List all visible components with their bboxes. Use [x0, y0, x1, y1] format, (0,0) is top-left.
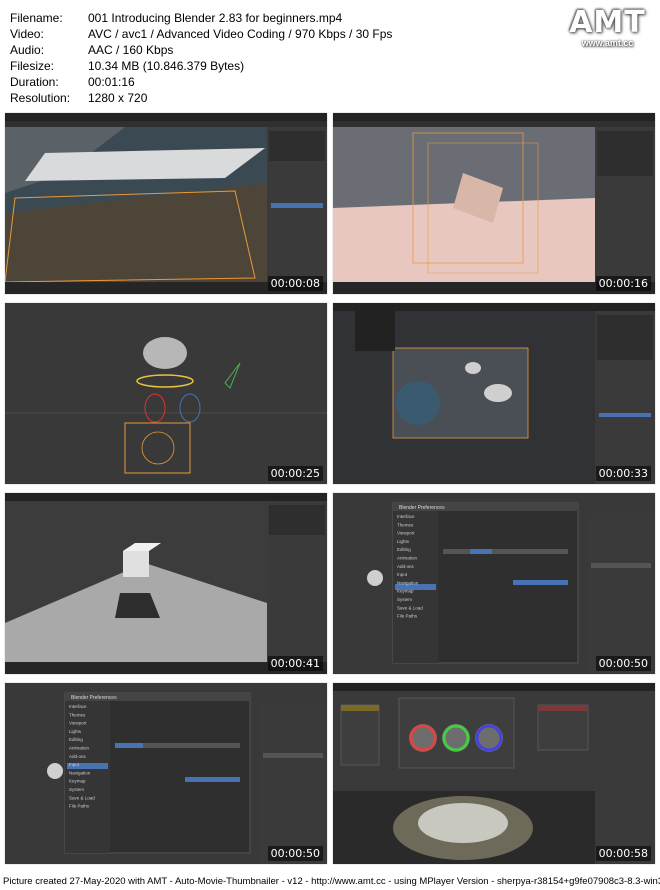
video-label: Video:: [10, 27, 44, 41]
resolution-value: 1280 x 720: [88, 91, 148, 105]
timestamp-1: 00:00:08: [267, 276, 323, 291]
thumbnail-4[interactable]: 00:00:33: [333, 303, 655, 484]
logo-text: AMT: [569, 5, 646, 40]
thumbnail-5[interactable]: 00:00:41: [5, 493, 327, 674]
prefs-title-6: Blender Preferences: [399, 505, 445, 511]
blender-screen-1: [5, 113, 327, 294]
thumbnail-7[interactable]: Blender Preferences Interface Themes Viewp…: [5, 683, 327, 864]
prefs-menu-item[interactable]: File Paths: [69, 804, 90, 809]
prefs-menu-item[interactable]: Save & Load: [397, 605, 423, 610]
prefs-menu-item[interactable]: Editing: [397, 547, 411, 552]
prefs-menu-item[interactable]: Animation: [69, 746, 90, 751]
thumbnail-6[interactable]: Blender Preferences Interface Themes Viewp…: [333, 493, 655, 674]
prefs-menu-item[interactable]: File Paths: [397, 614, 418, 619]
prefs-menu-item[interactable]: Input: [69, 762, 80, 767]
prefs-menu-item[interactable]: Viewport: [69, 721, 87, 726]
filename-label: Filename:: [10, 11, 63, 25]
file-info: Filename: 001 Introducing Blender 2.83 fo…: [10, 10, 392, 106]
thumbnail-1[interactable]: 00:00:08: [5, 113, 327, 294]
prefs-menu-item[interactable]: System: [397, 597, 412, 602]
audio-label: Audio:: [10, 43, 45, 57]
amt-logo: AMT www.amt.cc: [560, 5, 655, 48]
prefs-menu-item[interactable]: Themes: [397, 522, 414, 527]
blender-screen-5: [5, 493, 327, 674]
prefs-menu-item[interactable]: Input: [397, 572, 408, 577]
audio-value: AAC / 160 Kbps: [88, 43, 174, 57]
prefs-menu-item[interactable]: Navigation: [397, 580, 419, 585]
filename-value: 001 Introducing Blender 2.83 for beginne…: [88, 11, 343, 25]
video-value: AVC / avc1 / Advanced Video Coding / 970…: [88, 27, 393, 41]
duration-label: Duration:: [10, 75, 59, 89]
timestamp-6: 00:00:50: [595, 656, 651, 671]
filesize-label: Filesize:: [10, 59, 55, 73]
filesize-value: 10.34 MB (10.846.379 Bytes): [88, 59, 245, 73]
timestamp-2: 00:00:16: [595, 276, 651, 291]
prefs-menu-item[interactable]: Keymap: [69, 779, 86, 784]
timestamp-8: 00:00:58: [595, 846, 651, 861]
thumbnail-2[interactable]: 00:00:16: [333, 113, 655, 294]
blender-screen-3: [5, 303, 327, 484]
prefs-menu-item[interactable]: Add-ons: [397, 564, 415, 569]
prefs-menu-item[interactable]: Add-ons: [69, 754, 87, 759]
prefs-menu-item[interactable]: Viewport: [397, 531, 415, 536]
prefs-menu-item[interactable]: Interface: [69, 704, 87, 709]
prefs-menu-item[interactable]: Save & Load: [69, 795, 95, 800]
blender-screen-8: [333, 683, 655, 864]
prefs-title-7: Blender Preferences: [71, 695, 117, 701]
blender-screen-4: [333, 303, 655, 484]
prefs-menu-item[interactable]: Keymap: [397, 589, 414, 594]
resolution-label: Resolution:: [10, 91, 71, 105]
prefs-menu-item[interactable]: Animation: [397, 556, 418, 561]
prefs-menu-item[interactable]: Lights: [69, 729, 82, 734]
duration-value: 00:01:16: [88, 75, 135, 89]
prefs-menu-item[interactable]: Themes: [69, 712, 86, 717]
prefs-menu-item[interactable]: System: [69, 787, 84, 792]
timestamp-3: 00:00:25: [267, 466, 323, 481]
timestamp-5: 00:00:41: [267, 656, 323, 671]
timestamp-4: 00:00:33: [595, 466, 651, 481]
prefs-menu-item[interactable]: Editing: [69, 737, 83, 742]
prefs-menu-item[interactable]: Navigation: [69, 770, 91, 775]
timestamp-7: 00:00:50: [267, 846, 323, 861]
thumbnail-8[interactable]: 00:00:58: [333, 683, 655, 864]
thumbnail-3[interactable]: 00:00:25: [5, 303, 327, 484]
blender-screen-7: Blender Preferences Interface Themes Viewp…: [5, 683, 327, 864]
footer-caption: Picture created 27-May-2020 with AMT - A…: [3, 876, 660, 887]
prefs-menu-item[interactable]: Lights: [397, 539, 410, 544]
prefs-menu-item[interactable]: Interface: [397, 514, 415, 519]
blender-screen-2: [333, 113, 655, 294]
blender-screen-6: Blender Preferences Interface Themes Viewp…: [333, 493, 655, 674]
